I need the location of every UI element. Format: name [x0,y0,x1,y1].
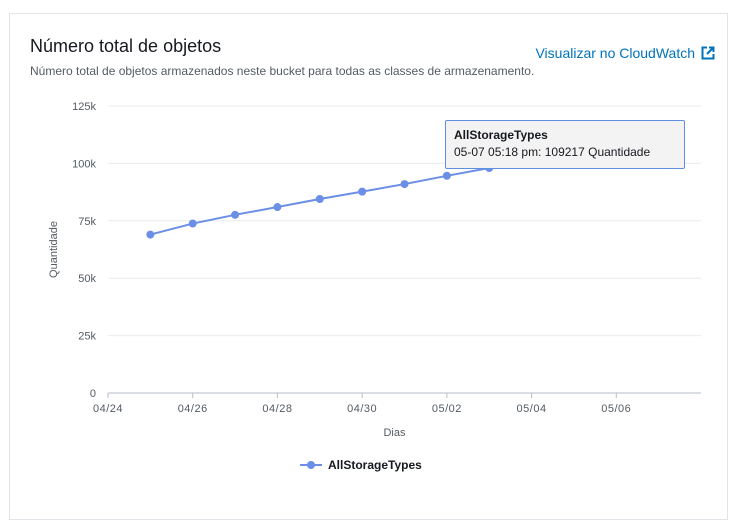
data-point [400,180,409,189]
chart-tooltip: AllStorageTypes 05-07 05:18 pm: 109217 Q… [445,120,685,169]
legend-label: AllStorageTypes [328,458,422,472]
metric-panel: Número total de objetos Número total de … [9,13,728,520]
data-point [315,194,324,203]
data-point [146,230,155,239]
legend-marker-icon [300,461,322,469]
y-tick-label: 100k [72,158,96,170]
chart-legend[interactable]: AllStorageTypes [300,458,422,472]
data-point [358,187,367,196]
y-tick-label: 75k [78,216,96,228]
y-tick-label: 0 [90,388,96,400]
line-chart: 0 25k 50k 75k 100k 125k 04/24 04/26 04/28 04/30 05… [48,101,701,439]
x-tick-label: 04/26 [178,403,208,415]
y-tick-label: 125k [72,101,96,113]
x-tick-label: 04/24 [93,403,123,415]
x-tick-label: 05/04 [517,403,547,415]
x-axis-title: Dias [383,427,406,439]
x-tick-label: 05/06 [601,403,631,415]
x-tick-label: 05/02 [432,403,462,415]
tooltip-value: 05-07 05:18 pm: 109217 Quantidade [454,145,651,159]
x-tick-label: 04/30 [347,403,377,415]
data-point [273,203,282,212]
x-tick-label: 04/28 [262,403,292,415]
data-point [231,210,240,219]
data-point [188,219,197,228]
y-tick-label: 50k [78,273,96,285]
tooltip-series-name: AllStorageTypes [454,128,548,142]
data-point [442,171,451,180]
y-tick-label: 25k [78,331,96,343]
y-axis-title: Quantidade [48,221,60,278]
